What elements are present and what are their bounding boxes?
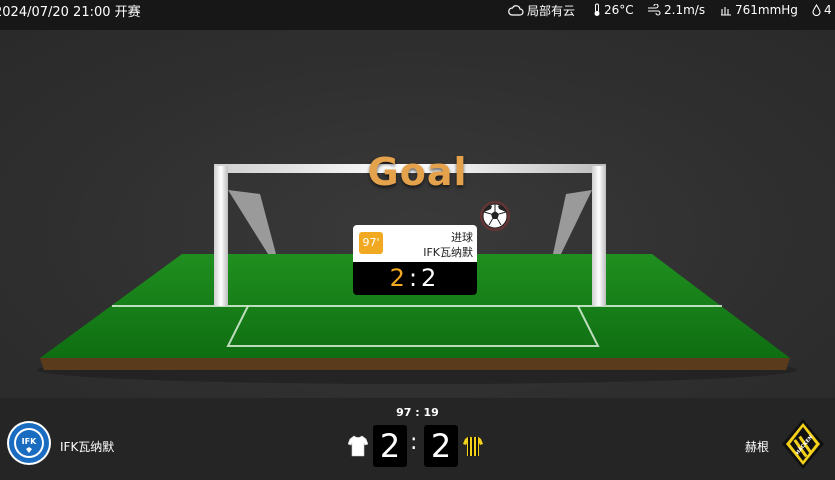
- away-score: 2: [424, 425, 458, 467]
- event-score: 2:2: [353, 262, 477, 295]
- humidity-icon: [812, 4, 821, 16]
- away-team-name[interactable]: 赫根: [745, 438, 769, 455]
- top-info-bar: 2024/07/20 21:00 开赛 局部有云 26°C 2.1m/s 761…: [0, 0, 835, 30]
- ball-icon: [480, 201, 510, 231]
- event-minute: 97': [359, 232, 383, 254]
- pitch-illustration: [37, 164, 797, 384]
- score-separator: :: [410, 430, 418, 455]
- humidity-value: 4: [824, 3, 832, 17]
- event-score-away: 2: [421, 264, 441, 292]
- weather-wind: 2.1m/s: [647, 2, 705, 18]
- weather-condition: 局部有云: [508, 2, 575, 18]
- away-team-logo[interactable]: HÄCKEN: [781, 418, 825, 470]
- home-score: 2: [373, 425, 407, 467]
- home-team-name[interactable]: IFK瓦纳默: [60, 438, 114, 455]
- match-stats: 97 : 19: [396, 406, 439, 419]
- event-score-separator: :: [408, 264, 422, 292]
- event-info: 97' 进球 IFK瓦纳默: [353, 225, 477, 262]
- cloud-icon: [508, 5, 524, 16]
- match-time: 2024/07/20 21:00 开赛: [0, 5, 141, 20]
- home-logo-text: IFK: [22, 437, 37, 446]
- wind-value: 2.1m/s: [664, 3, 706, 17]
- temperature-value: 26°C: [604, 3, 634, 17]
- weather-condition-label: 局部有云: [527, 3, 576, 18]
- goal-title: Goal: [367, 150, 468, 194]
- wind-icon: [648, 4, 661, 16]
- event-score-home: 2: [389, 264, 409, 292]
- goal-event-card: 97' 进球 IFK瓦纳默 2:2: [353, 225, 477, 295]
- thermometer-icon: [594, 3, 600, 16]
- home-team-logo[interactable]: IFK: [6, 420, 52, 466]
- event-type: 进球: [451, 231, 473, 244]
- home-kit-icon: [348, 435, 368, 457]
- weather-pressure: 761mmHg: [720, 2, 798, 18]
- pressure-icon: [721, 7, 731, 16]
- weather-temperature: 26°C: [593, 2, 634, 18]
- pressure-value: 761mmHg: [735, 3, 798, 17]
- event-team: IFK瓦纳默: [423, 246, 473, 259]
- animation-stage: Goal: [0, 30, 835, 398]
- away-kit-icon: [463, 436, 483, 456]
- weather-humidity: 4: [812, 2, 832, 18]
